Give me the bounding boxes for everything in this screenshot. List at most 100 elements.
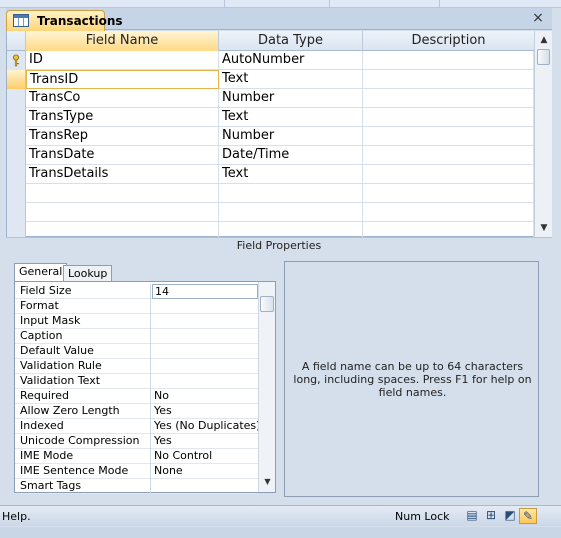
header-data-type[interactable]: Data Type: [219, 31, 363, 51]
property-row[interactable]: Input Mask: [15, 314, 258, 329]
property-row[interactable]: Indexed Yes (No Duplicates): [15, 419, 258, 434]
field-name-cell[interactable]: TransDate: [26, 146, 219, 165]
data-type-cell[interactable]: Number: [219, 89, 363, 108]
description-cell[interactable]: [363, 184, 534, 203]
scroll-up-icon[interactable]: ▲: [537, 33, 551, 47]
property-value[interactable]: [152, 299, 258, 314]
row-selector[interactable]: [7, 165, 26, 184]
property-value[interactable]: No: [152, 389, 258, 404]
property-value[interactable]: No Control: [152, 449, 258, 464]
row-selector[interactable]: [7, 184, 26, 203]
description-cell[interactable]: [363, 89, 534, 108]
property-row[interactable]: Validation Rule: [15, 359, 258, 374]
table-row[interactable]: TransRep Number: [7, 127, 534, 146]
property-row[interactable]: Smart Tags: [15, 479, 258, 494]
property-sheet-scrollbar[interactable]: ▼: [258, 282, 275, 492]
data-type-cell[interactable]: Number: [219, 127, 363, 146]
data-type-cell[interactable]: Text: [219, 165, 363, 184]
property-row[interactable]: Required No: [15, 389, 258, 404]
property-value[interactable]: [152, 344, 258, 359]
header-field-name[interactable]: Field Name: [26, 31, 219, 51]
description-cell[interactable]: [363, 222, 534, 237]
scroll-down-icon[interactable]: ▼: [537, 221, 551, 235]
table-row[interactable]: TransDetails Text: [7, 165, 534, 184]
property-value[interactable]: [152, 359, 258, 374]
property-row[interactable]: Default Value: [15, 344, 258, 359]
field-name-cell[interactable]: TransType: [26, 108, 219, 127]
row-selector[interactable]: [7, 127, 26, 146]
property-value[interactable]: [152, 329, 258, 344]
scroll-thumb[interactable]: [537, 49, 550, 65]
data-type-cell[interactable]: [219, 203, 363, 222]
table-row[interactable]: TransCo Number: [7, 89, 534, 108]
property-value[interactable]: Yes: [152, 434, 258, 449]
pivottable-view-icon[interactable]: ⊞: [482, 508, 500, 524]
status-bar: Help. Num Lock ▤ ⊞ ◩ ✎: [0, 505, 561, 526]
field-name-cell[interactable]: [26, 184, 219, 203]
property-value[interactable]: None: [152, 464, 258, 479]
field-name-cell[interactable]: [26, 203, 219, 222]
field-name-cell[interactable]: TransCo: [26, 89, 219, 108]
design-view-icon[interactable]: ✎: [519, 508, 537, 524]
row-selector[interactable]: [7, 146, 26, 165]
description-cell[interactable]: [363, 203, 534, 222]
row-selector[interactable]: [7, 203, 26, 222]
table-row[interactable]: [7, 184, 534, 203]
scroll-down-icon[interactable]: ▼: [261, 477, 274, 489]
header-description[interactable]: Description: [363, 31, 534, 51]
property-row[interactable]: Allow Zero Length Yes: [15, 404, 258, 419]
field-name-cell[interactable]: ID: [26, 51, 219, 70]
data-type-cell[interactable]: Text: [219, 70, 363, 89]
data-type-cell[interactable]: [219, 222, 363, 237]
table-row[interactable]: ID AutoNumber: [7, 51, 534, 70]
field-name-cell[interactable]: TransDetails: [26, 165, 219, 184]
row-selector[interactable]: [7, 51, 26, 70]
row-selector[interactable]: [7, 70, 26, 89]
property-row[interactable]: Field Size 14: [15, 284, 258, 299]
table-row[interactable]: TransID Text: [7, 70, 534, 89]
property-row[interactable]: Format: [15, 299, 258, 314]
property-value[interactable]: [152, 314, 258, 329]
property-row[interactable]: Validation Text: [15, 374, 258, 389]
property-row[interactable]: Unicode Compression Yes: [15, 434, 258, 449]
property-value[interactable]: [152, 374, 258, 389]
property-scroll-thumb[interactable]: [260, 296, 274, 312]
table-row[interactable]: [7, 222, 534, 237]
property-name: IME Mode: [15, 449, 151, 464]
table-row[interactable]: [7, 203, 534, 222]
row-selector[interactable]: [7, 108, 26, 127]
datasheet-view-icon[interactable]: ▤: [463, 508, 481, 524]
row-selector[interactable]: [7, 89, 26, 108]
document-tab-label: Transactions: [37, 14, 123, 28]
field-name-cell[interactable]: TransRep: [26, 127, 219, 146]
grid-corner: [7, 31, 26, 51]
data-type-cell[interactable]: AutoNumber: [219, 51, 363, 70]
description-cell[interactable]: [363, 108, 534, 127]
property-row[interactable]: Caption: [15, 329, 258, 344]
description-cell[interactable]: [363, 51, 534, 70]
document-tab[interactable]: Transactions: [6, 10, 123, 31]
data-type-cell[interactable]: Date/Time: [219, 146, 363, 165]
field-name-cell[interactable]: TransID: [26, 70, 219, 89]
property-value[interactable]: 14: [152, 284, 258, 299]
table-row[interactable]: TransDate Date/Time: [7, 146, 534, 165]
field-name-cell[interactable]: [26, 222, 219, 237]
property-row[interactable]: IME Sentence Mode None: [15, 464, 258, 479]
property-value[interactable]: Yes: [152, 404, 258, 419]
close-icon[interactable]: ×: [530, 10, 546, 26]
data-type-cell[interactable]: Text: [219, 108, 363, 127]
property-row[interactable]: IME Mode No Control: [15, 449, 258, 464]
description-cell[interactable]: [363, 70, 534, 89]
row-selector[interactable]: [7, 222, 26, 237]
tab-general[interactable]: General: [14, 263, 68, 283]
table-row[interactable]: TransType Text: [7, 108, 534, 127]
property-value[interactable]: [152, 479, 258, 494]
property-name: Smart Tags: [15, 479, 151, 494]
property-value[interactable]: Yes (No Duplicates): [152, 419, 258, 434]
pivotchart-view-icon[interactable]: ◩: [501, 508, 519, 524]
description-cell[interactable]: [363, 165, 534, 184]
data-type-cell[interactable]: [219, 184, 363, 203]
grid-vertical-scrollbar[interactable]: ▲ ▼: [534, 31, 552, 237]
description-cell[interactable]: [363, 146, 534, 165]
description-cell[interactable]: [363, 127, 534, 146]
